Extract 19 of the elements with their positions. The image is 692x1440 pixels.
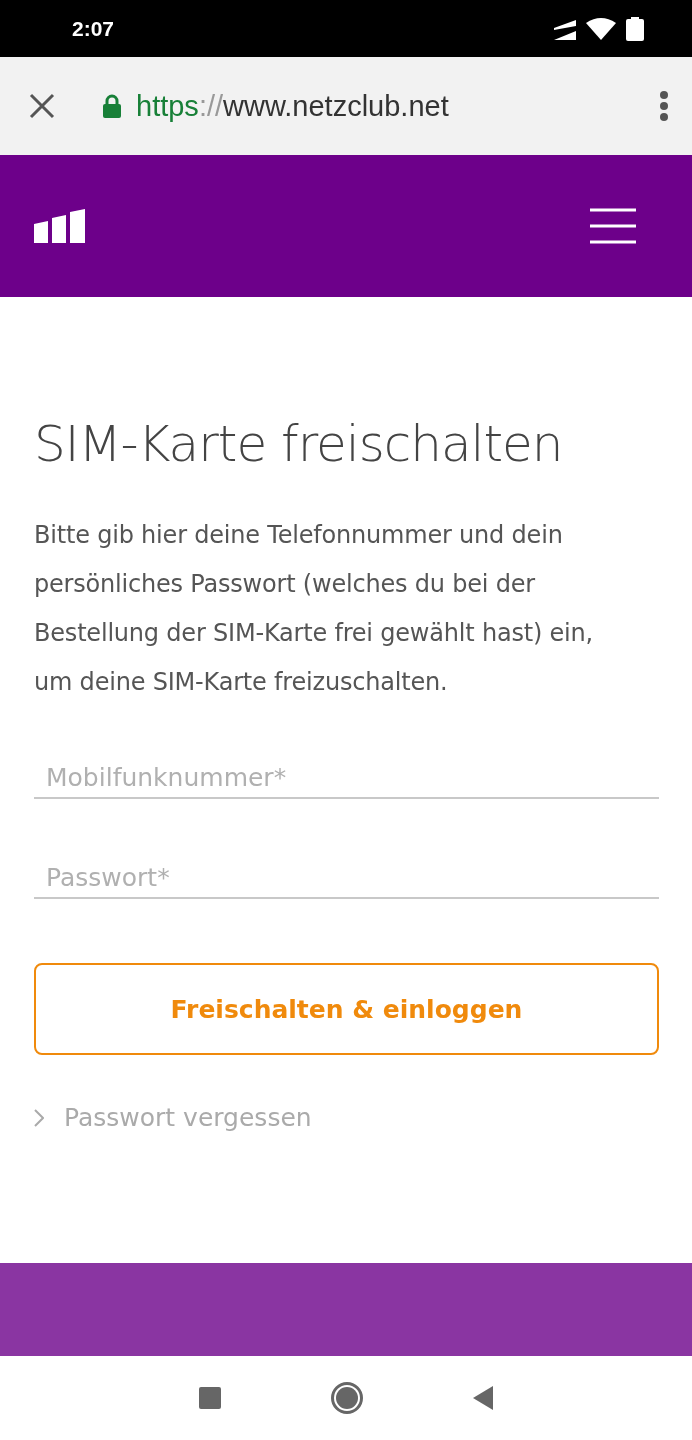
input-field[interactable]: Passwort* [34, 857, 659, 899]
lock-icon [102, 94, 122, 118]
intro-text: Bitte gib hier deine Telefonnummer und dein persönliches Passwort (welches du bei der Bestellung der SIM-Karte frei gewählt hast) ein, um deine SIM-Karte freizuschalten. [34, 520, 594, 698]
input-field[interactable]: Mobilfunknummer* [34, 757, 659, 799]
signal-icon [554, 17, 576, 40]
page-title: SIM-Karte freischalten [34, 415, 564, 473]
submit-button[interactable]: Freischalten & einloggen [34, 963, 659, 1055]
bars-logo-icon [34, 209, 85, 243]
forgot-password-text[interactable]: Passwort vergessen [64, 1103, 312, 1132]
wifi-icon [586, 17, 616, 40]
menu-icon[interactable] [590, 208, 636, 244]
more-icon[interactable] [660, 91, 668, 121]
status-time: 2:07 [72, 16, 115, 41]
battery-icon [626, 16, 644, 41]
back-icon[interactable] [473, 1386, 493, 1410]
forgot-password-link[interactable]: Passwort vergessen [34, 1103, 659, 1132]
close-icon[interactable] [28, 92, 56, 120]
chevron-icon [34, 1108, 44, 1127]
home-icon[interactable] [331, 1382, 363, 1414]
